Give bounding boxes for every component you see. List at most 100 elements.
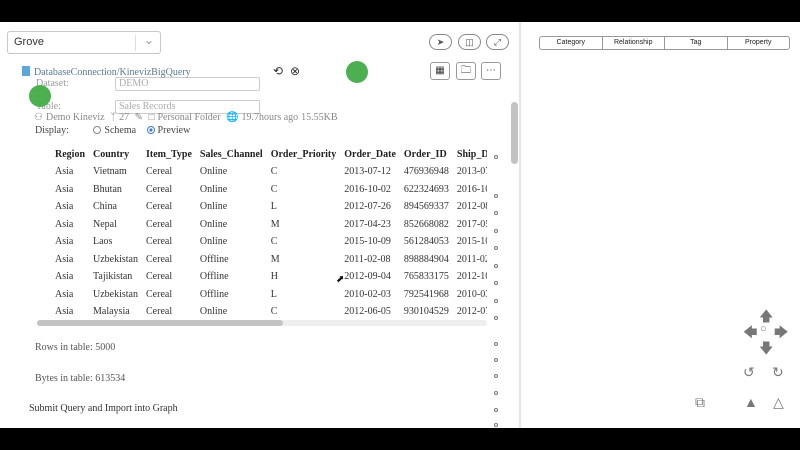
tab-property[interactable]: Property	[728, 37, 790, 49]
avatar[interactable]	[346, 61, 368, 83]
table-cell: Online	[199, 183, 228, 195]
resize-handle[interactable]	[494, 194, 498, 198]
resize-handle[interactable]	[494, 299, 498, 303]
fork-count: 27	[119, 112, 130, 123]
resize-handle[interactable]	[494, 264, 498, 268]
table-cell: M	[270, 218, 280, 230]
resize-handle[interactable]	[494, 246, 498, 250]
tab-relationship[interactable]: Relationship	[603, 37, 665, 49]
pan-right-icon[interactable]: 🡆	[774, 322, 788, 346]
preview-label: Preview	[157, 125, 191, 136]
table-cell: Cereal	[146, 183, 173, 195]
table-cell: Cereal	[146, 253, 173, 265]
table-row: Asia Uzbekistan Cereal Offline M 2011-02-08 89…	[35, 251, 487, 269]
tilt-up-icon[interactable]: △	[773, 394, 784, 411]
table-body: Asia Vietnam Cereal Online C 2013-07-12 476936…	[35, 163, 487, 321]
table-cell: Asia	[55, 218, 74, 230]
updated-time: 19.7hours ago	[241, 112, 299, 123]
pan-down-icon[interactable]: 🡇	[759, 338, 773, 362]
more-button[interactable]: ⋯	[481, 62, 501, 80]
resize-handle[interactable]	[494, 374, 498, 378]
column-header[interactable]: Country	[93, 145, 146, 163]
table-cell: Asia	[55, 201, 74, 213]
tab-tag[interactable]: Tag	[665, 37, 728, 49]
table-cell: Asia	[55, 271, 74, 283]
vertical-scrollbar-thumb[interactable]	[511, 102, 518, 164]
add-layer-icon[interactable]: ⧉	[695, 394, 705, 411]
folder-icon: □	[148, 112, 155, 123]
grove-select[interactable]: Grove ⌄	[7, 31, 161, 54]
schema-radio[interactable]	[93, 126, 102, 134]
table-row: Asia Vietnam Cereal Online C 2013-07-12 476936…	[35, 163, 487, 181]
table-cell: Cereal	[146, 218, 173, 230]
column-header[interactable]: Item_Type	[146, 145, 200, 163]
column-header[interactable]: Ship_Da	[457, 145, 487, 163]
resize-handle[interactable]	[494, 391, 498, 395]
table-cell: 2015-10-	[456, 236, 487, 248]
preview-option[interactable]: Preview	[146, 125, 191, 136]
table-cell: Cereal	[146, 201, 173, 213]
rotate-vertical-icon[interactable]: ↻	[772, 364, 784, 381]
folder-button[interactable]: 🗀	[456, 62, 476, 80]
tab-category[interactable]: Category	[540, 37, 603, 49]
select-separator	[135, 35, 136, 51]
close-circle-icon[interactable]: ⊗	[290, 64, 300, 78]
schema-option[interactable]: Schema	[93, 125, 136, 136]
table-cell: 2012-06-05	[344, 306, 391, 318]
query-panel: Grove ⌄ ➤ ◫ ⤢ Dataset: DEMO Table: Sales…	[0, 22, 519, 428]
column-header[interactable]: Sales_Channel	[200, 145, 271, 163]
right-panel-tabs: Category Relationship Tag Property	[539, 36, 790, 50]
dataset-meta: ⚇ Demo Kineviz ᛉ 27 ✎ □ Personal Folder 🌐 19…	[34, 112, 341, 123]
column-header[interactable]: Region	[35, 145, 93, 163]
file-size: 15.55KB	[301, 112, 338, 123]
avatar-secondary	[29, 85, 51, 107]
preview-table: Region Country Item_Type Sales_Channel Order…	[35, 145, 487, 321]
table-row: Asia Nepal Cereal Online M 2017-04-23 85266808…	[35, 216, 487, 234]
bytes-info: Bytes in table: 613534	[35, 373, 126, 384]
resize-handle[interactable]	[494, 408, 498, 412]
horizontal-scrollbar[interactable]	[37, 320, 487, 326]
pan-left-icon[interactable]: 🡄	[743, 322, 757, 346]
history-icon[interactable]: ⟲	[273, 64, 283, 78]
resize-handle[interactable]	[494, 358, 498, 362]
table-cell: 622324693	[403, 183, 449, 195]
layout-button[interactable]: ◫	[458, 34, 481, 50]
table-row: Asia Uzbekistan Cereal Offline L 2010-02-03 79…	[35, 286, 487, 304]
expand-button[interactable]: ⤢	[486, 34, 509, 50]
fork-icon: ᛉ	[110, 112, 117, 123]
rotate-horizontal-icon[interactable]: ↺	[743, 364, 755, 381]
table-cell: Online	[199, 218, 228, 230]
table-cell: Cereal	[146, 236, 173, 248]
resize-handle[interactable]	[494, 281, 498, 285]
preview-table-container[interactable]: Region Country Item_Type Sales_Channel Order…	[35, 145, 487, 337]
table-cell: 2017-04-23	[344, 218, 391, 230]
resize-handle[interactable]	[494, 155, 498, 159]
table-cell: L	[270, 201, 277, 213]
column-header[interactable]: Order_Priority	[271, 145, 345, 163]
table-view-button[interactable]: ▦	[430, 62, 450, 80]
column-header[interactable]: Order_ID	[404, 145, 457, 163]
submit-query-button[interactable]: Submit Query and Import into Graph	[29, 403, 178, 414]
panel-divider[interactable]	[519, 22, 521, 428]
resize-handle[interactable]	[494, 229, 498, 233]
preview-radio[interactable]	[146, 126, 155, 134]
dataset-select[interactable]: DEMO	[115, 77, 260, 91]
resize-handle[interactable]	[494, 423, 498, 427]
breadcrumb[interactable]: DatabaseConnection/KinevizBigQuery	[22, 66, 191, 78]
resize-handle[interactable]	[494, 316, 498, 320]
tilt-down-icon[interactable]: ▲	[744, 394, 758, 410]
column-header[interactable]: Order_Date	[344, 145, 404, 163]
file-icon	[22, 66, 30, 76]
send-button[interactable]: ➤	[429, 34, 452, 50]
resize-handle[interactable]	[494, 211, 498, 215]
resize-handle[interactable]	[494, 342, 498, 346]
table-cell: 852668082	[403, 218, 449, 230]
display-label: Display:	[35, 125, 69, 136]
horizontal-scrollbar-thumb[interactable]	[37, 320, 283, 326]
table-cell: 2012-07-26	[344, 201, 391, 213]
table-select-value: Sales Records	[119, 101, 176, 112]
table-row: Asia Tajikistan Cereal Offline H 2012-09-04 76…	[35, 268, 487, 286]
table-cell: China	[93, 201, 117, 213]
edit-icon[interactable]: ✎	[135, 112, 143, 123]
reset-view-icon[interactable]: ○	[760, 323, 767, 335]
